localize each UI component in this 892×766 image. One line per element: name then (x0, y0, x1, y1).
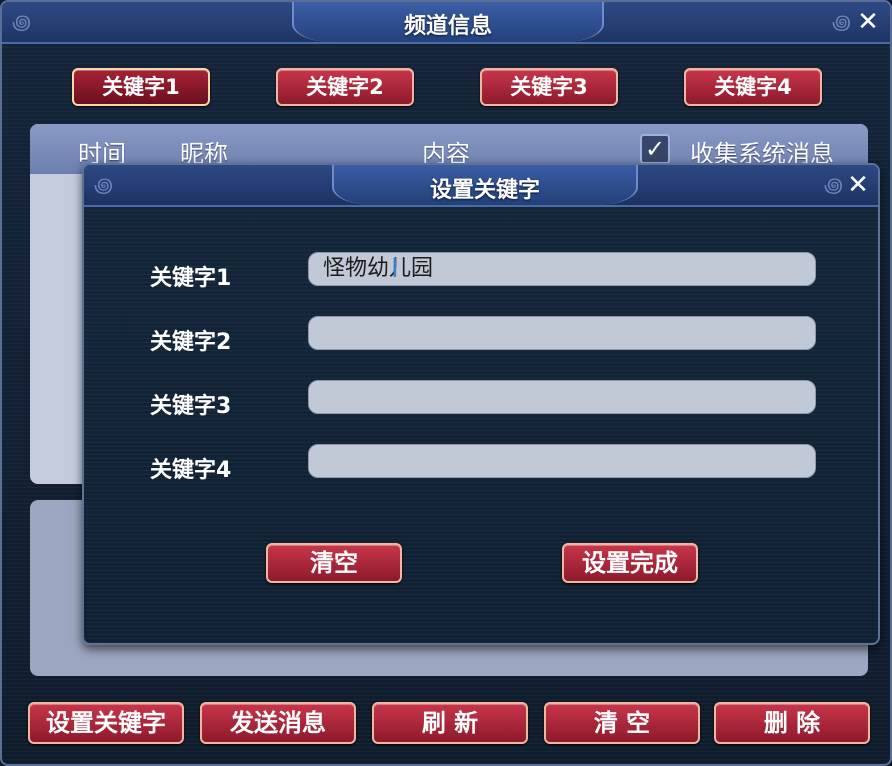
keyword-tab-1[interactable]: 关键字1 (72, 68, 210, 106)
keyword-tab-2[interactable]: 关键字2 (276, 68, 414, 106)
swirl-ornament-icon: ꩜ (94, 173, 113, 197)
window-titlebar: ꩜ 频道信息 ꩜ ✕ (2, 2, 890, 44)
keyword-2-label: 关键字2 (150, 330, 232, 355)
swirl-ornament-icon: ꩜ (832, 10, 851, 34)
collect-system-checkbox[interactable]: ✓ (640, 134, 670, 164)
keyword-4-label: 关键字4 (150, 458, 232, 483)
set-keyword-dialog: ꩜ 设置关键字 ꩜ ✕ 关键字1 怪物幼儿园 I 关键字2 关键字3 关键字4 … (82, 163, 880, 645)
dialog-title: 设置关键字 (429, 178, 540, 203)
dialog-title-tab: 设置关键字 (332, 165, 638, 205)
keyword-1-input[interactable]: 怪物幼儿园 I (308, 252, 816, 286)
keyword-tab-4[interactable]: 关键字4 (684, 68, 822, 106)
keyword-1-label: 关键字1 (150, 266, 232, 291)
close-icon[interactable]: ✕ (854, 8, 882, 36)
keyword-3-input[interactable] (308, 380, 816, 414)
dialog-clear-button[interactable]: 清空 (266, 543, 402, 583)
send-message-button[interactable]: 发送消息 (200, 702, 356, 744)
keyword-3-label: 关键字3 (150, 394, 232, 419)
keyword-tab-3[interactable]: 关键字3 (480, 68, 618, 106)
checkmark-icon: ✓ (644, 135, 666, 163)
dialog-done-button[interactable]: 设置完成 (562, 543, 698, 583)
keyword-4-input[interactable] (308, 444, 816, 478)
refresh-button[interactable]: 刷 新 (372, 702, 528, 744)
window-title-tab: 频道信息 (292, 2, 604, 42)
dialog-titlebar: ꩜ 设置关键字 ꩜ ✕ (84, 165, 878, 207)
keyword-2-input[interactable] (308, 316, 816, 350)
clear-button[interactable]: 清 空 (544, 702, 700, 744)
text-cursor-icon: I (391, 254, 399, 284)
set-keyword-button[interactable]: 设置关键字 (28, 702, 184, 744)
keyword-1-value: 怪物幼儿园 (323, 256, 434, 281)
swirl-ornament-icon: ꩜ (824, 173, 843, 197)
dialog-close-icon[interactable]: ✕ (844, 171, 872, 199)
delete-button[interactable]: 删 除 (714, 702, 870, 744)
swirl-ornament-icon: ꩜ (12, 10, 31, 34)
window-title: 频道信息 (403, 14, 492, 39)
